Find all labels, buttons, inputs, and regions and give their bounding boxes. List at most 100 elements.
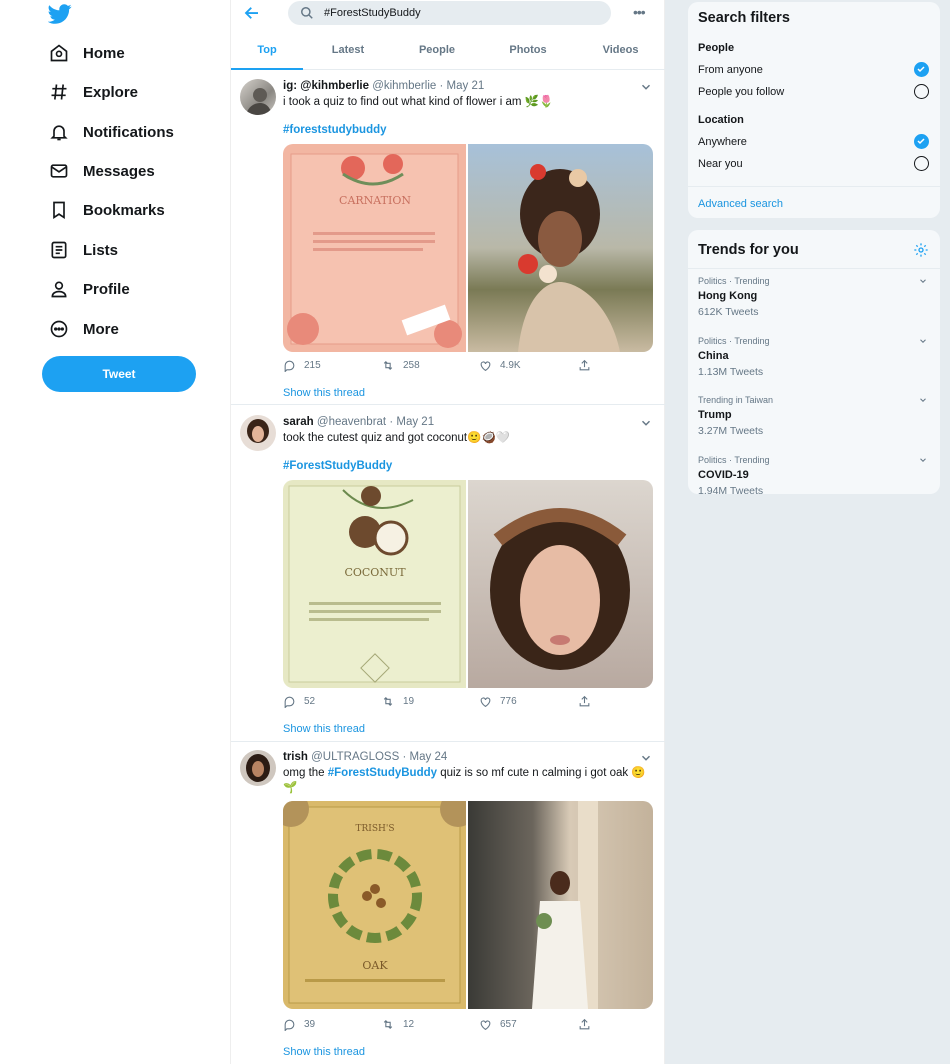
filter-from-anyone[interactable]: From anyone — [698, 64, 763, 76]
like-button[interactable]: 4.9K — [479, 359, 521, 372]
trend-name[interactable]: Hong Kong — [698, 290, 757, 302]
reply-button[interactable]: 52 — [283, 695, 315, 708]
nav-lists[interactable]: Lists — [46, 232, 118, 268]
chevron-down-icon[interactable] — [918, 276, 928, 286]
tweet-text: took the cutest quiz and got coconut🙂🥥🤍 — [283, 432, 511, 444]
nav-notifications[interactable]: Notifications — [46, 114, 174, 150]
tab-latest[interactable]: Latest — [303, 34, 393, 70]
quiz-result-card-oak[interactable]: TRISH'S OAK — [283, 801, 476, 1009]
trend-meta: Politics · Trending — [698, 336, 770, 346]
tweet[interactable]: sarah @heavenbrat · May 21 took the cute… — [231, 406, 666, 742]
tab-videos[interactable]: Videos — [575, 34, 666, 70]
twitter-logo-icon[interactable] — [48, 2, 72, 26]
search-filters-panel: Search filters People From anyone People… — [688, 2, 940, 218]
share-button[interactable] — [578, 695, 591, 708]
nav-bookmarks[interactable]: Bookmarks — [46, 192, 165, 228]
more-options-icon[interactable]: ••• — [633, 4, 646, 20]
hashtag-link[interactable]: #foreststudybuddy — [283, 124, 387, 136]
photo-person-headscarf[interactable] — [468, 480, 653, 688]
search-input[interactable] — [324, 7, 584, 19]
quiz-result-card-coconut[interactable]: COCONUT — [283, 480, 468, 688]
tweet-media[interactable]: CARNATION — [283, 144, 653, 352]
checkmark-icon — [917, 138, 925, 145]
author-handle[interactable]: @heavenbrat — [317, 416, 386, 428]
filter-location-heading: Location — [698, 114, 744, 126]
trend-name[interactable]: China — [698, 350, 729, 362]
photo-person-doorway[interactable] — [468, 801, 653, 1009]
tweet-media[interactable]: TRISH'S OAK — [283, 801, 653, 1009]
chevron-down-icon[interactable] — [918, 455, 928, 465]
filter-anywhere[interactable]: Anywhere — [698, 136, 747, 148]
show-thread-link[interactable]: Show this thread — [283, 387, 365, 399]
filter-near-you[interactable]: Near you — [698, 158, 743, 170]
radio-anywhere[interactable] — [914, 134, 929, 149]
chevron-down-icon[interactable] — [639, 416, 653, 430]
chevron-down-icon[interactable] — [918, 395, 928, 405]
trend-name[interactable]: COVID-19 — [698, 469, 749, 481]
tweet[interactable]: trish @ULTRAGLOSS · May 24 omg the #Fore… — [231, 743, 666, 1064]
hashtag-link[interactable]: #ForestStudyBuddy — [328, 767, 437, 779]
tab-people[interactable]: People — [393, 34, 481, 70]
author-handle[interactable]: @ULTRAGLOSS — [311, 751, 399, 763]
tweet-date[interactable]: May 21 — [396, 416, 434, 428]
tweet-media[interactable]: COCONUT — [283, 480, 653, 688]
share-button[interactable] — [578, 359, 591, 372]
retweet-button[interactable]: 258 — [381, 359, 420, 372]
tweet-date[interactable]: May 21 — [447, 80, 485, 92]
home-icon — [46, 40, 72, 66]
photo-person-flowers[interactable] — [468, 144, 653, 352]
tab-top[interactable]: Top — [231, 34, 303, 70]
tweet[interactable]: ig: @kihmberlie @kihmberlie · May 21 i t… — [231, 71, 666, 405]
tweet-actions: 215 258 4.9K — [283, 359, 653, 375]
back-arrow-icon[interactable] — [243, 4, 261, 22]
trend-meta: Politics · Trending — [698, 455, 770, 465]
nav-profile[interactable]: Profile — [46, 271, 130, 307]
tweet-hashtag-line: #ForestStudyBuddy — [283, 459, 653, 474]
hashtag-icon — [46, 79, 72, 105]
share-icon — [579, 695, 590, 707]
nav-home[interactable]: Home — [46, 35, 125, 71]
search-bar[interactable] — [288, 1, 611, 25]
avatar[interactable] — [240, 415, 276, 451]
quiz-result-card-carnation[interactable]: CARNATION — [283, 144, 468, 352]
hashtag-link[interactable]: #ForestStudyBuddy — [283, 460, 392, 472]
tweet-button[interactable]: Tweet — [42, 356, 196, 392]
chevron-down-icon[interactable] — [639, 80, 653, 94]
retweet-button[interactable]: 19 — [381, 695, 414, 708]
radio-from-anyone[interactable] — [914, 62, 929, 77]
filter-people-you-follow[interactable]: People you follow — [698, 86, 784, 98]
author-handle[interactable]: @kihmberlie — [372, 80, 436, 92]
chevron-down-icon[interactable] — [918, 336, 928, 346]
avatar[interactable] — [240, 750, 276, 786]
trend-name[interactable]: Trump — [698, 409, 732, 421]
advanced-search-link[interactable]: Advanced search — [698, 198, 783, 210]
chevron-down-icon[interactable] — [639, 751, 653, 765]
show-thread-link[interactable]: Show this thread — [283, 1046, 365, 1058]
reply-count: 52 — [304, 696, 316, 707]
gear-icon[interactable] — [913, 242, 929, 258]
author-name[interactable]: sarah — [283, 416, 314, 428]
show-thread-link[interactable]: Show this thread — [283, 723, 365, 735]
main-timeline: ••• Top Latest People Photos Videos ig: … — [230, 0, 666, 1064]
heart-icon — [480, 361, 491, 372]
tab-photos[interactable]: Photos — [481, 34, 575, 70]
radio-near-you[interactable] — [914, 156, 929, 171]
author-name[interactable]: trish — [283, 751, 308, 763]
author-name[interactable]: ig: @kihmberlie — [283, 80, 369, 92]
tweet-date[interactable]: May 24 — [410, 751, 448, 763]
svg-text:OAK: OAK — [362, 959, 388, 972]
nav-more[interactable]: More — [46, 311, 119, 347]
reply-button[interactable]: 215 — [283, 359, 321, 372]
like-button[interactable]: 657 — [479, 1018, 517, 1031]
nav-explore[interactable]: Explore — [46, 74, 138, 110]
trend-count: 3.27M Tweets — [698, 425, 764, 437]
like-button[interactable]: 776 — [479, 695, 517, 708]
retweet-button[interactable]: 12 — [381, 1018, 414, 1031]
radio-people-you-follow[interactable] — [914, 84, 929, 99]
tweet-actions: 39 12 657 — [283, 1018, 653, 1034]
reply-button[interactable]: 39 — [283, 1018, 315, 1031]
share-button[interactable] — [578, 1018, 591, 1031]
avatar[interactable] — [240, 79, 276, 115]
reply-icon — [284, 696, 295, 708]
nav-messages[interactable]: Messages — [46, 153, 155, 189]
